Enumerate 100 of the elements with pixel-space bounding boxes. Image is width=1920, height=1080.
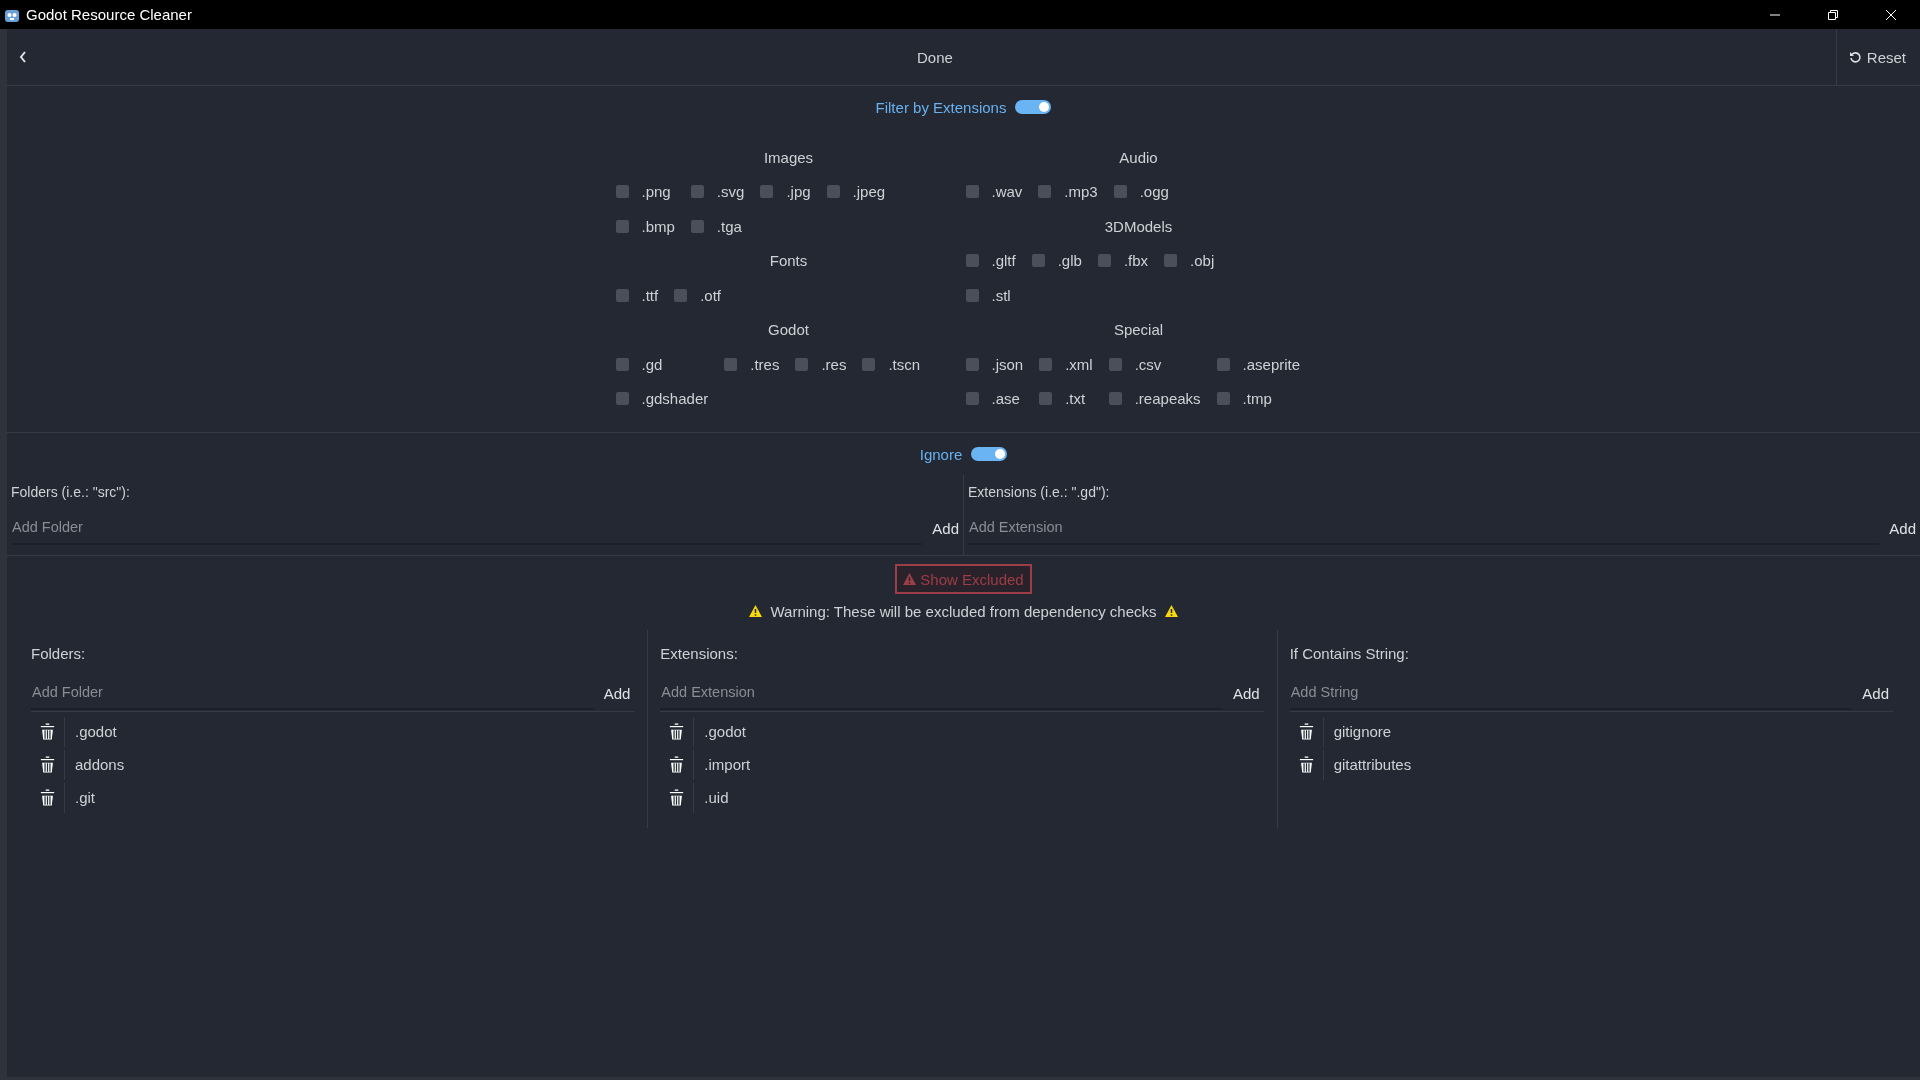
input-field[interactable]: Add Extension (660, 676, 1223, 710)
add-button[interactable]: Add (1222, 684, 1264, 702)
list-title: Folders: (31, 643, 87, 664)
input-field[interactable]: Add Extension (968, 511, 1880, 545)
chevron-left-icon (19, 51, 27, 63)
checkbox-square[interactable] (965, 254, 979, 268)
checkbox-square[interactable] (965, 288, 979, 302)
checkbox-square[interactable] (615, 185, 629, 199)
checkbox-square[interactable] (1039, 392, 1053, 406)
checkbox-square[interactable] (615, 219, 629, 233)
input-field[interactable]: Add String (1289, 676, 1853, 710)
list-entry: .import (704, 756, 751, 773)
extension-checkbox[interactable]: .reapeaks (1108, 381, 1201, 416)
toggle-label: Ignore (919, 445, 963, 463)
list-title: Extensions: (660, 643, 739, 664)
extension-checkbox[interactable]: .csv (1108, 347, 1201, 382)
group-title: Audio (1119, 148, 1158, 166)
warning-icon (903, 573, 917, 585)
checkbox-square[interactable] (724, 357, 738, 371)
extension-checkbox[interactable]: .res (795, 347, 847, 382)
toggle-switch[interactable] (1015, 100, 1052, 114)
extension-checkbox[interactable]: .wav (965, 174, 1023, 209)
trash-icon (1297, 723, 1315, 740)
extension-checkbox[interactable]: .xml (1039, 347, 1093, 382)
trash-icon (39, 723, 56, 740)
checkbox-square[interactable] (1038, 185, 1052, 199)
trash-icon (39, 756, 56, 773)
extension-checkbox[interactable]: .gd (615, 347, 709, 382)
checkbox-square[interactable] (862, 357, 876, 371)
extension-checkbox[interactable]: .fbx (1097, 243, 1149, 278)
checkbox-square[interactable] (690, 185, 704, 199)
trash-icon (668, 723, 686, 740)
extension-checkbox[interactable]: .txt (1039, 381, 1093, 416)
warning-icon (1164, 605, 1178, 617)
extension-checkbox[interactable]: .jpg (760, 174, 811, 209)
trash-icon (668, 789, 686, 806)
checkbox-square[interactable] (795, 357, 809, 371)
checkbox-square[interactable] (1039, 357, 1053, 371)
list-entry: .godot (704, 723, 747, 740)
extension-checkbox[interactable]: .otf (674, 278, 722, 313)
extension-checkbox[interactable]: .ttf (615, 278, 659, 313)
extension-checkbox[interactable]: .jpeg (826, 174, 886, 209)
field-label: Extensions (i.e.: ".gd"): (968, 483, 1111, 502)
group-title: Fonts (769, 252, 808, 270)
extension-checkbox[interactable]: .aseprite (1216, 347, 1301, 382)
checkbox-square[interactable] (615, 357, 629, 371)
list-entry: addons (75, 756, 125, 773)
checkbox-square[interactable] (760, 185, 774, 199)
checkbox-square[interactable] (690, 219, 704, 233)
reset-icon (1848, 50, 1862, 64)
input-field[interactable]: Add Folder (11, 511, 923, 545)
add-button[interactable]: Add (593, 684, 635, 702)
window-title: Godot Resource Cleaner (26, 6, 193, 23)
extension-checkbox[interactable]: .stl (965, 278, 1016, 313)
extension-checkbox[interactable]: .json (965, 347, 1024, 382)
add-button[interactable]: Add (922, 519, 959, 537)
list-entry: .git (75, 789, 95, 806)
checkbox-square[interactable] (1031, 254, 1045, 268)
extension-checkbox[interactable]: .png (615, 174, 675, 209)
list-entry: .uid (704, 789, 729, 806)
extension-checkbox[interactable]: .ogg (1113, 174, 1169, 209)
extension-checkbox[interactable]: .tscn (862, 347, 921, 382)
group-title: Images (763, 148, 814, 166)
extension-checkbox[interactable]: .gdshader (615, 381, 709, 416)
checkbox-square[interactable] (615, 392, 629, 406)
list-entry: gitignore (1333, 723, 1392, 740)
trash-icon (39, 789, 56, 806)
checkbox-square[interactable] (1108, 357, 1122, 371)
checkbox-square[interactable] (615, 288, 629, 302)
checkbox-square[interactable] (1097, 254, 1111, 268)
reset-button[interactable]: Reset (1835, 29, 1920, 85)
trash-icon (1297, 756, 1315, 773)
extension-checkbox[interactable]: .bmp (615, 209, 675, 244)
checkbox-square[interactable] (1164, 254, 1178, 268)
extension-checkbox[interactable]: .mp3 (1038, 174, 1098, 209)
extension-checkbox[interactable]: .glb (1031, 243, 1082, 278)
extension-checkbox[interactable]: .tmp (1216, 381, 1301, 416)
extension-checkbox[interactable]: .tres (724, 347, 780, 382)
checkbox-square[interactable] (965, 357, 979, 371)
page-title: Done (915, 48, 954, 66)
list-entry: gitattributes (1333, 756, 1412, 773)
checkbox-square[interactable] (1113, 185, 1127, 199)
checkbox-square[interactable] (826, 185, 840, 199)
extension-checkbox[interactable]: .ase (965, 381, 1024, 416)
trash-icon (668, 756, 686, 773)
input-field[interactable]: Add Folder (31, 676, 594, 710)
checkbox-square[interactable] (1216, 392, 1230, 406)
add-button[interactable]: Add (1879, 519, 1916, 537)
toggle-switch[interactable] (971, 447, 1008, 461)
extension-checkbox[interactable]: .tga (690, 209, 745, 244)
checkbox-square[interactable] (965, 185, 979, 199)
checkbox-square[interactable] (674, 288, 688, 302)
toggle-label: Filter by Extensions (875, 98, 1007, 116)
extension-checkbox[interactable]: .svg (690, 174, 745, 209)
checkbox-square[interactable] (1216, 357, 1230, 371)
add-button[interactable]: Add (1852, 684, 1893, 702)
checkbox-square[interactable] (965, 392, 979, 406)
extension-checkbox[interactable]: .obj (1164, 243, 1215, 278)
checkbox-square[interactable] (1108, 392, 1122, 406)
extension-checkbox[interactable]: .gltf (965, 243, 1016, 278)
